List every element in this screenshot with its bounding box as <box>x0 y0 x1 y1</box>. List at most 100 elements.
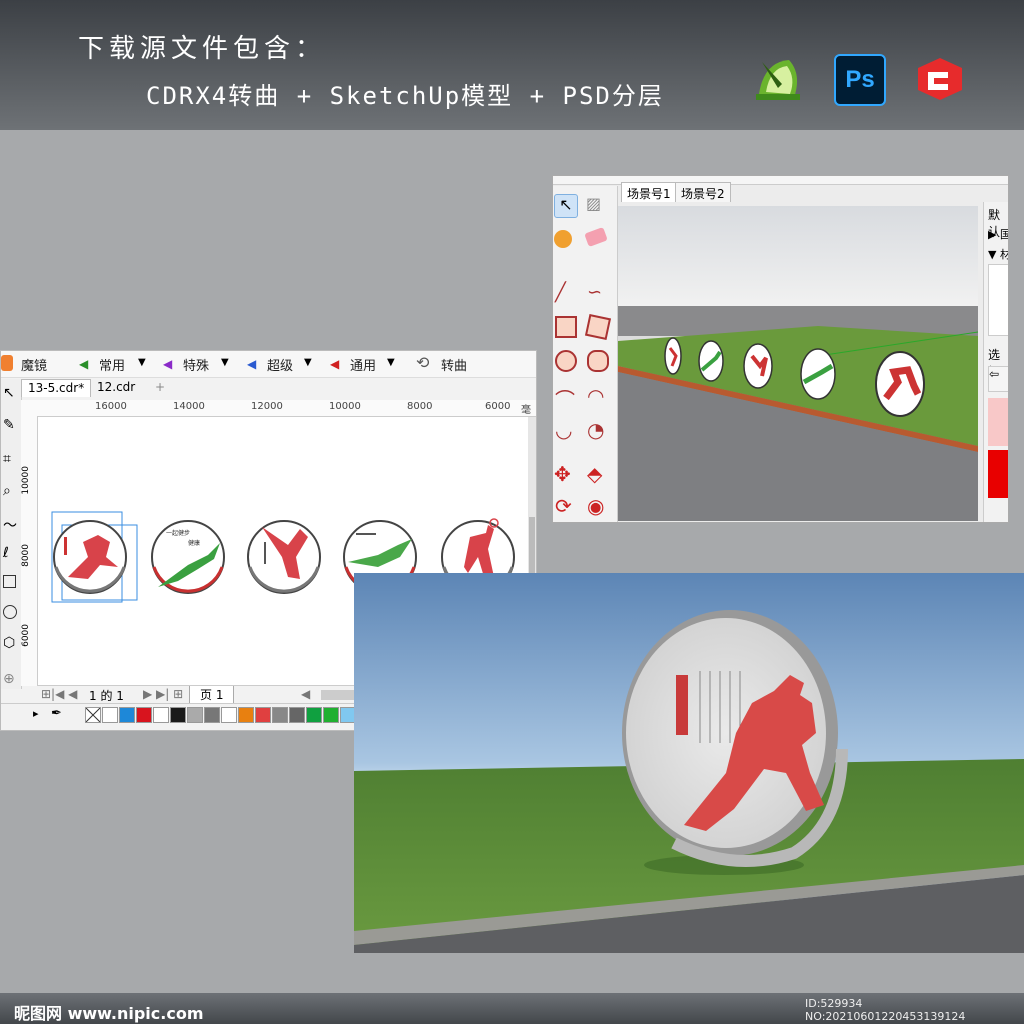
coreldraw-icon <box>754 54 804 104</box>
chevron-down-icon[interactable]: ▼ <box>138 357 146 368</box>
ruler-label: 6000 <box>21 624 31 647</box>
material-preview <box>988 264 1008 336</box>
add-tab-button[interactable]: + <box>149 379 171 397</box>
rotated-rectangle-icon[interactable] <box>584 313 612 341</box>
default-tray: 默认 ▶ 国 ▼ 材 选择 ⇦ <box>983 202 1008 522</box>
crop-tool-icon[interactable]: ⌗ <box>3 451 11 467</box>
three-point-arc-icon[interactable]: ◡ <box>555 418 572 442</box>
arrow-blue-icon: ◀ <box>247 357 257 371</box>
chevron-down-icon[interactable]: ▼ <box>221 357 229 368</box>
color-swatch[interactable] <box>153 707 169 723</box>
header-subtitle: CDRX4转曲 + SketchUp模型 + PSD分层 <box>146 82 664 110</box>
page-counter: 1 的 1 <box>89 689 124 703</box>
color-swatch[interactable] <box>119 707 135 723</box>
shape-tool-icon[interactable]: ✎ <box>3 417 15 433</box>
color-swatch[interactable] <box>255 707 271 723</box>
arrow-red-icon: ◀ <box>330 357 340 371</box>
make-component-icon[interactable]: ▨ <box>586 194 608 216</box>
freehand-icon[interactable]: ∽ <box>587 282 602 303</box>
tab-scene-2[interactable]: 场景号2 <box>675 182 731 202</box>
sketchup-scene <box>618 206 978 521</box>
menu-special[interactable]: 特殊 <box>183 355 209 374</box>
convert-curve-icon: ⟲ <box>416 353 430 372</box>
sketchup-viewport[interactable] <box>618 206 978 521</box>
render-scene <box>354 610 1024 953</box>
tab-page-1[interactable]: 页 1 <box>189 686 235 704</box>
zoom-tool-icon[interactable]: ⌕ <box>3 483 11 499</box>
nipic-logo: 昵图网 www.nipic.com <box>14 1004 204 1023</box>
ellipse-tool-icon[interactable] <box>3 605 17 619</box>
material-swatch-red[interactable] <box>988 450 1008 498</box>
red-plaque <box>676 675 688 735</box>
color-swatch[interactable] <box>187 707 203 723</box>
push-pull-icon[interactable]: ⬘ <box>587 462 602 486</box>
color-swatch[interactable] <box>102 707 118 723</box>
pick-tool-icon[interactable]: ↖ <box>3 385 15 401</box>
scene-sculpture-2 <box>698 340 724 382</box>
freehand-tool-icon[interactable]: 〜 <box>3 515 17 535</box>
polygon-icon[interactable] <box>587 350 609 372</box>
scroll-left-icon[interactable]: ◀ <box>301 687 310 701</box>
chevron-down-icon[interactable]: ▼ <box>304 357 312 368</box>
arc-icon[interactable]: ⌒ <box>555 384 575 413</box>
paint-bucket-icon[interactable] <box>554 230 572 248</box>
rectangle-icon[interactable] <box>555 316 577 338</box>
color-swatch[interactable] <box>136 707 152 723</box>
scene-sculpture-4 <box>800 348 836 400</box>
first-page-icon[interactable]: ⊞|◀ ◀ <box>41 687 77 701</box>
circle-icon[interactable] <box>555 350 577 372</box>
add-tool-icon[interactable]: ⊕ <box>3 671 15 687</box>
menu-convert-curve[interactable]: 转曲 <box>441 355 467 374</box>
tab-12[interactable]: 12.cdr <box>91 379 141 397</box>
ruler-label: 10000 <box>329 401 361 412</box>
next-page-icon[interactable]: ▶ ▶| ⊞ <box>143 687 183 701</box>
eraser-icon[interactable] <box>584 227 608 247</box>
ruler-label: 6000 <box>485 401 511 412</box>
sketchup-toolbar: ↖ ▨ ╱ ∽ ⌒ ◠ ◡ ◔ ✥ ⬘ ⟳ ◉ <box>553 186 618 522</box>
tab-13-5[interactable]: 13-5.cdr* <box>21 379 92 397</box>
palette-menu-icon[interactable]: ▸ <box>33 707 39 720</box>
color-swatch[interactable] <box>221 707 237 723</box>
tab-scene-1[interactable]: 场景号1 <box>621 182 677 202</box>
pie-icon[interactable]: ◔ <box>587 418 604 442</box>
sketchup-icon <box>914 54 964 104</box>
polygon-tool-icon[interactable]: ⬡ <box>3 635 15 651</box>
sculpture-taichi-red <box>53 520 127 594</box>
no-fill-swatch[interactable] <box>85 707 101 723</box>
line-tool-icon[interactable]: ╱ <box>555 282 566 303</box>
menu-general[interactable]: 通用 <box>350 355 376 374</box>
rotate-icon[interactable]: ⟳ <box>555 494 572 518</box>
color-swatch[interactable] <box>272 707 288 723</box>
back-arrow-icon[interactable]: ⇦ <box>988 366 1008 392</box>
sketchup-window: ↖ ▨ ╱ ∽ ⌒ ◠ ◡ ◔ ✥ ⬘ ⟳ ◉ 场景号1 场景号2 默认 ▶ 国… <box>552 175 1009 523</box>
sculpture-render <box>354 573 1024 953</box>
color-swatch[interactable] <box>238 707 254 723</box>
horizontal-ruler: 16000 14000 12000 10000 8000 6000 毫 <box>21 400 536 417</box>
color-swatch[interactable] <box>289 707 305 723</box>
color-swatch[interactable] <box>204 707 220 723</box>
color-swatch[interactable] <box>306 707 322 723</box>
color-swatch[interactable] <box>323 707 339 723</box>
scrollbar-thumb[interactable] <box>529 517 535 577</box>
vertical-ruler: 10000 8000 6000 <box>21 416 38 686</box>
menu-super[interactable]: 超级 <box>267 355 293 374</box>
color-swatch[interactable] <box>170 707 186 723</box>
bezier-tool-icon[interactable]: ℓ <box>3 545 9 561</box>
move-icon[interactable]: ✥ <box>554 462 571 486</box>
two-point-arc-icon[interactable]: ◠ <box>587 384 604 408</box>
ruler-label: 14000 <box>173 401 205 412</box>
rectangle-tool-icon[interactable] <box>3 575 16 588</box>
chevron-down-icon[interactable]: ▼ <box>387 357 395 368</box>
eyedropper-icon[interactable]: ✒ <box>51 706 62 721</box>
follow-me-icon[interactable]: ◉ <box>587 494 604 518</box>
select-tool-icon[interactable]: ↖ <box>554 194 578 218</box>
arrow-green-icon: ◀ <box>79 357 89 371</box>
tray-section[interactable]: ▶ 国 <box>988 226 1008 242</box>
menu-magic-mirror[interactable]: 魔镜 <box>21 355 47 374</box>
ruler-label: 16000 <box>95 401 127 412</box>
tray-section[interactable]: ▼ 材 <box>988 246 1008 262</box>
sculpture-kick-red <box>247 520 321 594</box>
figure-text: 健康 <box>188 539 200 547</box>
material-swatch-pink[interactable] <box>988 398 1008 446</box>
menu-common[interactable]: 常用 <box>99 355 125 374</box>
